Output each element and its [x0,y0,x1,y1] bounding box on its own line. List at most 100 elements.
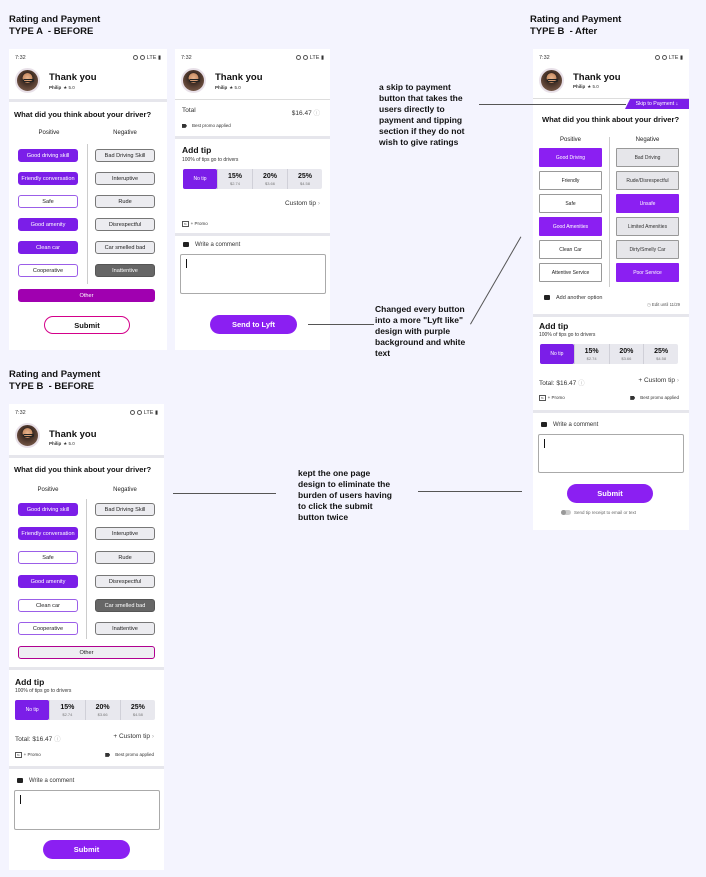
add-option-link[interactable]: Add another option [544,295,602,301]
custom-tip-link[interactable]: + Custom tip › [113,733,154,740]
negative-option[interactable]: Dirty/Smelly Car [616,240,679,259]
tip-option[interactable]: 25% $4.58 [643,344,678,364]
positive-option[interactable]: Friendly conversation [18,172,78,185]
negative-option[interactable]: Disrespectful [95,575,155,588]
connector-line [308,324,374,325]
divider [9,455,164,458]
comment-label: Write a comment [541,422,598,428]
positive-option[interactable]: Good Driving [539,148,602,167]
negative-header: Negative [113,130,137,136]
receipt-toggle[interactable]: Send tip receipt to email or text [561,510,636,516]
submit-button[interactable]: Submit [43,840,130,859]
total-value: $16.47 ⓘ [291,110,320,117]
other-button[interactable]: Other [18,289,155,302]
positive-header: Positive [38,130,60,136]
divider [533,314,689,317]
send-to-lyft-button[interactable]: Send to Lyft [210,315,297,334]
other-button[interactable]: Other [18,646,155,659]
promo-link[interactable]: % + Promo [182,221,208,227]
status-bar: 7:32 LTE ▮ [539,55,683,61]
positive-option[interactable]: Good amenity [18,575,78,588]
promo-icon: % [15,752,22,758]
negative-option[interactable]: Bad Driving [616,148,679,167]
promo-link[interactable]: % + Promo [15,752,41,758]
chat-icon [17,778,23,783]
positive-option[interactable]: Safe [18,551,78,564]
positive-option[interactable]: Cooperative [18,264,78,277]
status-bar: 7:32 LTE ▮ [181,55,324,61]
tag-icon [630,395,636,400]
tip-option[interactable]: 15% $2.74 [217,169,252,189]
custom-tip-link[interactable]: + Custom tip › [638,377,679,384]
negative-option[interactable]: Interuptive [95,527,155,540]
tip-option[interactable]: 15% $2.74 [573,344,609,364]
driver-rating: Philip ★ 5.0 [49,441,75,446]
negative-option[interactable]: Car smelled bad [95,599,155,612]
positive-option[interactable]: Safe [539,194,602,213]
skip-to-payment-button[interactable]: Skip to Payment ↓ [625,99,689,109]
phone-type-b-before: 7:32 LTE ▮ Thank you Philip ★ 5.0 What di… [9,404,164,870]
column-divider [609,137,610,287]
positive-option[interactable]: Safe [18,195,78,208]
negative-option[interactable]: Bad Driving Skill [95,503,155,516]
comment-input[interactable] [14,790,160,830]
phone-type-a-rating: 7:32 LTE ▮ Thank you Philip ★ 5.0 What di… [9,49,167,350]
positive-option[interactable]: Clean car [18,599,78,612]
positive-option[interactable]: Friendly [539,171,602,190]
negative-option[interactable]: Bad Driving Skill [95,149,155,162]
tip-option[interactable]: 25% $4.58 [119,700,155,720]
tag-icon [105,752,111,757]
tip-selector: No tip 15% $2.74 20% $3.66 25% $4.58 [15,700,155,720]
promo-icon: % [182,221,189,227]
positive-option[interactable]: Good driving skill [18,149,78,162]
positive-option[interactable]: Good amenity [18,218,78,231]
negative-option[interactable]: Inattentive [95,622,155,635]
driver-rating: Philip ★ 5.0 [215,85,241,90]
tip-option[interactable]: 20% $3.66 [252,169,287,189]
negative-option[interactable]: Poor Service [616,263,679,282]
chat-icon [541,422,547,427]
comment-input[interactable] [180,254,326,294]
tip-option-none[interactable]: No tip [15,700,50,720]
driver-avatar [15,423,40,448]
positive-option[interactable]: Cooperative [18,622,78,635]
negative-option[interactable]: Disrespectful [95,218,155,231]
negative-option[interactable]: Rude [95,551,155,564]
driver-rating: Philip ★ 5.0 [49,85,75,90]
connector-line [418,491,522,492]
promo-icon: % [539,395,546,401]
negative-option[interactable]: Limited Amenities [616,217,679,236]
submit-button[interactable]: Submit [44,316,130,334]
annotation-one-page: kept the one page design to eliminate th… [298,468,392,522]
tip-option[interactable]: 15% $2.74 [49,700,84,720]
rating-question: What did you think about your driver? [542,115,680,124]
submit-button[interactable]: Submit [567,484,653,503]
promo-applied: Best promo applied [105,752,154,757]
positive-option[interactable]: Attentive Service [539,263,602,282]
tip-option[interactable]: 20% $3.66 [84,700,120,720]
negative-option[interactable]: Rude [95,195,155,208]
negative-option[interactable]: Interuptive [95,172,155,185]
toggle-switch[interactable] [561,510,571,516]
tip-option-none[interactable]: No tip [540,344,574,364]
negative-option[interactable]: Unsafe [616,194,679,213]
positive-option[interactable]: Clean car [18,241,78,254]
negative-header: Negative [113,487,137,493]
promo-link[interactable]: % + Promo [539,395,565,401]
negative-option[interactable]: Rude/Disrespectful [616,171,679,190]
tip-option[interactable]: 20% $3.66 [608,344,644,364]
add-tip-title: Add tip [539,321,569,331]
positive-option[interactable]: Clean Car [539,240,602,259]
positive-option[interactable]: Friendly conversation [18,527,78,540]
tip-option-none[interactable]: No tip [183,169,217,189]
custom-tip-link[interactable]: Custom tip › [285,200,320,207]
divider [175,233,330,236]
positive-option[interactable]: Good driving skill [18,503,78,516]
negative-option[interactable]: Inattentive [95,264,155,277]
negative-option[interactable]: Car smelled bad [95,241,155,254]
positive-option[interactable]: Good Amenities [539,217,602,236]
divider [175,136,330,139]
comment-input[interactable] [538,434,684,473]
tip-option[interactable]: 25% $4.58 [287,169,322,189]
driver-avatar [181,68,206,93]
